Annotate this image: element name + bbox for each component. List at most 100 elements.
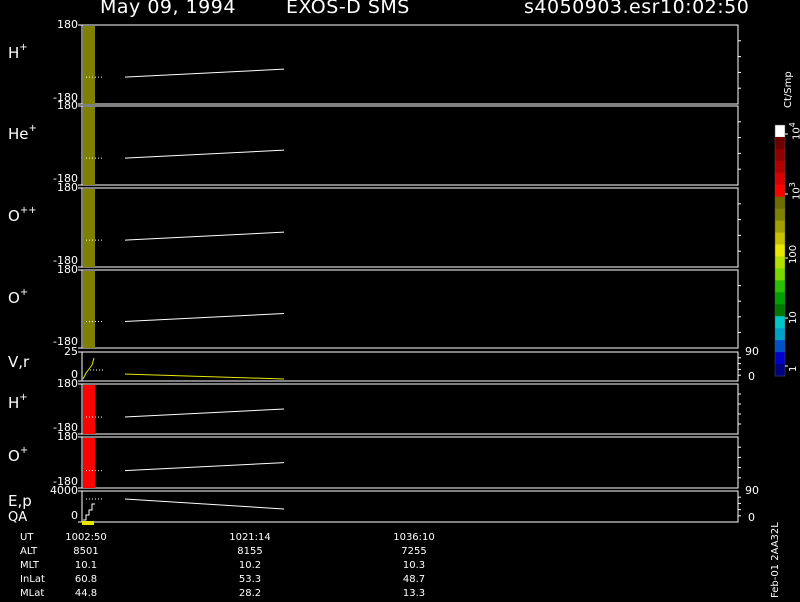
panel-label-charge: + xyxy=(19,42,28,54)
panel-label: H+ xyxy=(8,42,28,62)
panel-frame xyxy=(81,105,739,186)
panel-frame xyxy=(81,383,739,435)
panel-frame xyxy=(81,490,739,523)
panel-label-species: O xyxy=(8,288,20,307)
colorbar-segment xyxy=(775,160,785,174)
sms-spectrogram-plot xyxy=(78,24,788,525)
panel-label-species: H xyxy=(8,393,20,412)
y-top-label: 180 xyxy=(57,263,78,276)
header-time: 10:02:50 xyxy=(660,0,750,18)
panel-label: V,r xyxy=(8,353,29,371)
panel-label: O+ xyxy=(8,287,28,307)
y-top-label: 180 xyxy=(57,377,78,390)
colorbar-tick-label: 103 xyxy=(788,182,800,200)
colorbar-tick-label: 10 xyxy=(788,311,799,324)
y-top-label: 180 xyxy=(57,430,78,443)
panel-label-charge: + xyxy=(28,123,37,135)
orbit-info-value: 13.3 xyxy=(402,588,426,599)
colorbar-segment xyxy=(775,172,785,186)
orbit-info-value: 28.2 xyxy=(238,588,262,599)
panel-label-charge: + xyxy=(19,444,29,456)
colorbar-segment xyxy=(775,244,785,257)
colorbar-segment xyxy=(775,125,785,138)
colorbar-segment xyxy=(775,304,785,317)
panel-frame xyxy=(81,351,739,382)
orbit-info-value: 44.8 xyxy=(74,588,98,599)
y-right-bottom-label: 0 xyxy=(748,370,755,383)
orbit-info-label: MLT xyxy=(20,560,39,571)
data-block xyxy=(83,385,95,434)
colorbar-segment xyxy=(775,292,785,305)
data-block xyxy=(83,107,95,185)
y-right-top-label: 90 xyxy=(745,484,759,497)
y-top-label: 25 xyxy=(64,345,78,358)
energy-trend xyxy=(124,498,285,510)
qa-bar xyxy=(82,521,94,525)
qa-label: QA xyxy=(8,510,28,525)
colorbar-segment xyxy=(775,148,785,162)
y-right-top-label: 90 xyxy=(745,345,759,358)
trend-line xyxy=(124,149,285,159)
file-version-tag: Feb-01 2AA32L xyxy=(770,522,781,598)
colorbar-tick-label: 104 xyxy=(788,122,800,140)
orbit-info-value: 10.1 xyxy=(74,560,98,571)
trend-line xyxy=(124,312,285,322)
orbit-info-value: 1002:50 xyxy=(65,532,107,543)
orbit-info-value: 53.3 xyxy=(238,574,262,585)
orbit-info-label: UT xyxy=(20,532,34,543)
orbit-info-value: 10.3 xyxy=(402,560,426,571)
panel-label-species: H xyxy=(8,44,20,63)
header-date: May 09, 1994 xyxy=(100,0,236,18)
panel-label-species: O xyxy=(8,207,20,226)
panel-label: H+ xyxy=(8,392,28,412)
trend-line xyxy=(124,231,285,241)
colorbar-tick-exponent: 4 xyxy=(788,122,797,128)
y-top-label: 180 xyxy=(57,18,78,31)
y-top-label: 180 xyxy=(57,181,78,194)
header-mission: EXOS-D SMS xyxy=(286,0,410,18)
trend-line xyxy=(124,408,285,418)
panel-label-species: E,p xyxy=(8,492,32,511)
orbit-info-value: 60.8 xyxy=(74,574,98,585)
velocity-curve xyxy=(82,357,95,380)
y-top-label: 4000 xyxy=(50,484,78,497)
energy-staircase xyxy=(83,503,95,521)
orbit-info-value: 48.7 xyxy=(402,574,426,585)
colorbar-segment xyxy=(775,220,785,234)
panel-frame xyxy=(81,436,739,489)
colorbar-segment xyxy=(775,328,785,341)
colorbar-tick-base: 1 xyxy=(788,365,799,372)
panel-label-species: V,r xyxy=(8,352,30,371)
y-right-bottom-label: 0 xyxy=(748,511,755,524)
trend-line xyxy=(124,68,285,78)
data-block xyxy=(83,189,95,267)
colorbar-tick-label: 100 xyxy=(788,245,799,264)
colorbar-segment xyxy=(775,316,785,329)
orbit-info-value: 8155 xyxy=(237,546,263,557)
orbit-info-value: 7255 xyxy=(401,546,427,557)
panel-frame xyxy=(81,187,739,268)
orbit-info-value: 1021:14 xyxy=(229,532,271,543)
data-block xyxy=(83,26,95,104)
panel-label-species: O xyxy=(8,446,20,465)
trend-line xyxy=(124,462,285,472)
colorbar-tick-base: 10 xyxy=(788,311,799,324)
orbit-info-value: 1036:10 xyxy=(393,532,435,543)
orbit-info-label: InLat xyxy=(20,574,45,585)
colorbar-segment xyxy=(775,280,785,293)
colorbar-segment xyxy=(775,208,785,222)
panel-label: E,p xyxy=(8,492,32,510)
data-block xyxy=(83,271,95,348)
orbit-info-value: 8501 xyxy=(73,546,99,557)
colorbar-segment xyxy=(775,232,785,246)
colorbar-tick-base: 10 xyxy=(791,127,800,140)
panel-label: O+ xyxy=(8,445,28,465)
colorbar-segment xyxy=(775,136,785,150)
colorbar-segment xyxy=(775,256,785,269)
header-filename: s4050903.esr xyxy=(524,0,660,18)
orbit-info-label: MLat xyxy=(20,588,45,599)
panel-label-charge: ++ xyxy=(19,205,37,217)
panel-label-charge: + xyxy=(19,286,29,298)
orbit-info-label: ALT xyxy=(20,546,38,557)
colorbar-segment xyxy=(775,364,785,377)
